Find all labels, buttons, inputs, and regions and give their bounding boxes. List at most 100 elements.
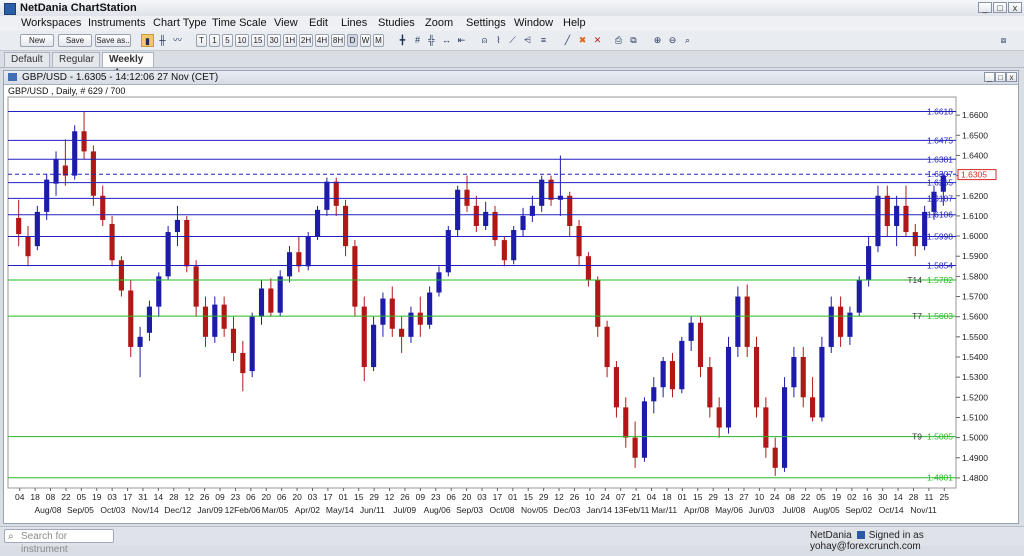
instrument-search-input[interactable]: ⌕ Search for instrument	[4, 529, 114, 555]
x-month-label: Oct/14	[879, 505, 904, 515]
time-button-5[interactable]: 5	[222, 34, 233, 47]
candle-body	[669, 361, 676, 390]
candle-body	[268, 288, 274, 313]
menu-studies[interactable]: Studies	[378, 17, 415, 29]
candle-body	[118, 260, 124, 291]
menu-zoom[interactable]: Zoom	[425, 17, 453, 29]
maximize-workspace-icon[interactable]: ⧈	[997, 34, 1010, 47]
x-tick-label: 13	[724, 492, 734, 502]
x-tick-label: 30	[878, 492, 888, 502]
new-button[interactable]: New	[20, 34, 54, 47]
candle-body	[660, 361, 666, 388]
draw-line-icon[interactable]: ╱	[561, 34, 574, 47]
zoom-in-icon[interactable]: ⊕	[651, 34, 664, 47]
candle-body	[875, 195, 881, 247]
bell-icon[interactable]: ⍝	[478, 34, 491, 47]
candle-body	[240, 352, 246, 374]
horizontal-line-label: 1.5854	[927, 260, 953, 270]
zoom-reset-icon[interactable]: ⌕	[681, 34, 694, 47]
fit-icon[interactable]: ⇤	[455, 34, 468, 47]
time-button-4h[interactable]: 4H	[315, 34, 329, 47]
grid-icon[interactable]: #	[411, 34, 424, 47]
menu-window[interactable]: Window	[514, 17, 553, 29]
minimize-button[interactable]: _	[978, 2, 992, 13]
x-tick-label: 15	[693, 492, 703, 502]
chart-minimize-button[interactable]: _	[984, 72, 995, 82]
candle-chart-icon[interactable]: ▮	[141, 34, 154, 47]
x-tick-label: 15	[354, 492, 364, 502]
x-tick-label: 31	[138, 492, 148, 502]
delete-icon[interactable]: ✖	[576, 34, 589, 47]
crosshair-icon[interactable]: ╋	[396, 34, 409, 47]
close-button[interactable]: x	[1008, 2, 1022, 13]
x-tick-label: 23	[231, 492, 241, 502]
chart-close-button[interactable]: x	[1006, 72, 1017, 82]
print-icon[interactable]: ⎙	[612, 34, 625, 47]
trendline-icon[interactable]: ⌇	[492, 34, 505, 47]
menu-edit[interactable]: Edit	[309, 17, 328, 29]
x-month-label: Sep/05	[67, 505, 94, 515]
time-button-d[interactable]: D	[347, 34, 358, 47]
fib-icon[interactable]: ⩤	[521, 34, 534, 47]
delete-all-icon[interactable]: ✕	[591, 34, 604, 47]
menu-workspaces[interactable]: Workspaces	[21, 17, 81, 29]
y-tick-label: 1.4900	[962, 453, 988, 463]
tab-regular[interactable]: Regular	[52, 52, 100, 67]
maximize-button[interactable]: □	[993, 2, 1007, 13]
time-button-15[interactable]: 15	[251, 34, 265, 47]
menu-settings[interactable]: Settings	[466, 17, 506, 29]
connection-status-icon	[856, 531, 865, 539]
x-month-label: Aug/05	[813, 505, 840, 515]
time-button-m[interactable]: M	[373, 34, 384, 47]
x-tick-label: 26	[570, 492, 580, 502]
chart-icon	[8, 73, 17, 81]
horizontal-line-label: 1.5782	[927, 275, 953, 285]
copy-icon[interactable]: ⧉	[627, 34, 640, 47]
tab-default[interactable]: Default	[4, 52, 50, 67]
price-chart[interactable]: GBP/USD , Daily, # 629 / 700 1.6600 1.6500…	[4, 85, 1018, 523]
y-tick-label: 1.4800	[962, 473, 988, 483]
time-button-1h[interactable]: 1H	[283, 34, 297, 47]
x-month-label: Jun/03	[749, 505, 775, 515]
lines-icon[interactable]: ≡	[537, 34, 550, 47]
menu-time-scale[interactable]: Time Scale	[212, 17, 267, 29]
bar-chart-icon[interactable]: ╫	[156, 34, 169, 47]
time-button-8h[interactable]: 8H	[331, 34, 345, 47]
line-chart-icon[interactable]: 〰	[171, 34, 184, 47]
candle-body	[137, 336, 143, 347]
time-button-2h[interactable]: 2H	[299, 34, 313, 47]
x-tick-label: 22	[61, 492, 71, 502]
time-button-t[interactable]: T	[196, 34, 207, 47]
channel-icon[interactable]: ⟋	[506, 34, 519, 47]
x-tick-label: 24	[770, 492, 780, 502]
candle-body	[595, 280, 601, 327]
candle-body	[90, 151, 96, 196]
time-button-30[interactable]: 30	[267, 34, 281, 47]
candle-body	[417, 312, 423, 325]
menu-instruments[interactable]: Instruments	[88, 17, 145, 29]
candle-body	[436, 272, 442, 293]
grid-lines-icon[interactable]: ╬	[425, 34, 438, 47]
x-tick-label: 20	[462, 492, 472, 502]
menu-lines[interactable]: Lines	[341, 17, 367, 29]
chart-maximize-button[interactable]: □	[995, 72, 1006, 82]
x-tick-label: 16	[863, 492, 873, 502]
x-tick-label: 01	[339, 492, 349, 502]
tab-weekly[interactable]: Weekly ✱	[102, 52, 154, 79]
candle-body	[623, 407, 629, 438]
x-tick-label: 03	[107, 492, 117, 502]
time-button-w[interactable]: W	[360, 34, 371, 47]
zoom-out-icon[interactable]: ⊖	[666, 34, 679, 47]
time-button-10[interactable]: 10	[235, 34, 249, 47]
scroll-icon[interactable]: ↔	[440, 34, 453, 47]
x-month-label: Aug/08	[35, 505, 62, 515]
x-month-label: May/06	[715, 505, 743, 515]
x-month-label: Nov/14	[132, 505, 159, 515]
save-as-button[interactable]: Save as..	[95, 34, 131, 47]
menu-chart-type[interactable]: Chart Type	[153, 17, 207, 29]
candle-body	[380, 298, 386, 325]
menu-view[interactable]: View	[274, 17, 298, 29]
menu-help[interactable]: Help	[563, 17, 586, 29]
save-button[interactable]: Save	[58, 34, 92, 47]
time-button-1[interactable]: 1	[209, 34, 220, 47]
